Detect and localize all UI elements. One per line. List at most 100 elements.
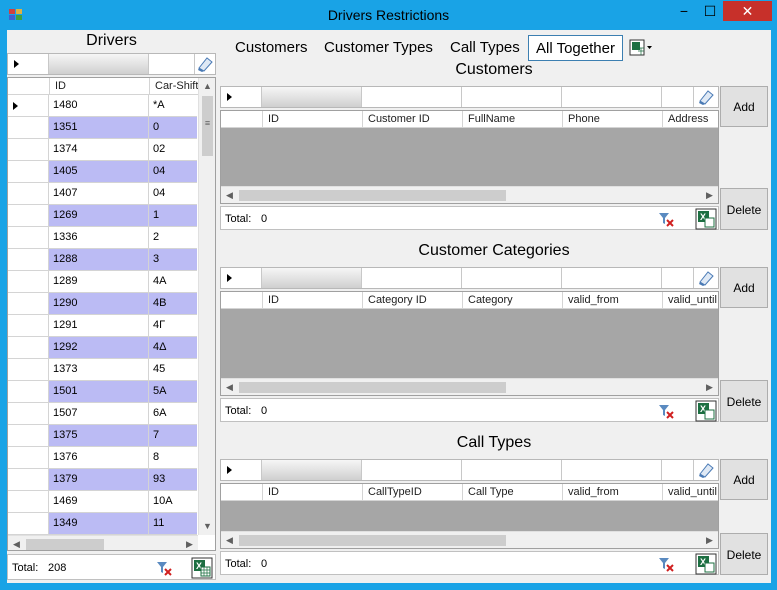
- table-row[interactable]: 1373 45: [8, 359, 197, 381]
- table-row[interactable]: 1379 93: [8, 469, 197, 491]
- cell-id[interactable]: 1501: [49, 381, 149, 402]
- maximize-button[interactable]: ☐: [697, 1, 723, 21]
- scroll-left-icon[interactable]: ◀: [221, 187, 238, 204]
- customers-delete-button[interactable]: Delete: [720, 188, 768, 230]
- excel-icon[interactable]: X: [695, 208, 717, 230]
- horizontal-scroll-thumb[interactable]: [239, 382, 506, 393]
- filter-remove-icon[interactable]: [156, 560, 172, 576]
- cell-car-shift[interactable]: 11: [149, 513, 197, 534]
- cell-car-shift[interactable]: 93: [149, 469, 197, 490]
- cell-car-shift[interactable]: 4Δ: [149, 337, 197, 358]
- column-header-valid-until[interactable]: valid_until: [662, 484, 718, 501]
- scroll-right-icon[interactable]: ▶: [701, 532, 718, 549]
- filter-address[interactable]: [662, 87, 694, 107]
- drivers-filter-car-shift[interactable]: [149, 54, 195, 74]
- cell-id[interactable]: 1374: [49, 139, 149, 160]
- excel-icon[interactable]: X: [695, 400, 717, 422]
- scroll-left-icon[interactable]: ◀: [221, 379, 238, 396]
- cell-id[interactable]: 1373: [49, 359, 149, 380]
- tab-customers[interactable]: Customers: [228, 35, 315, 61]
- cell-id[interactable]: 1379: [49, 469, 149, 490]
- row-header[interactable]: [8, 205, 49, 226]
- table-row[interactable]: 1349 11: [8, 513, 197, 535]
- column-header-call-type[interactable]: Call Type: [462, 484, 562, 501]
- excel-icon[interactable]: X: [695, 553, 717, 575]
- row-header[interactable]: [8, 403, 49, 424]
- column-header-valid-until[interactable]: valid_until: [662, 292, 718, 309]
- table-row[interactable]: 1290 4B: [8, 293, 197, 315]
- column-header-car-shift[interactable]: Car-Shift: [149, 78, 198, 95]
- row-header[interactable]: [8, 491, 49, 512]
- filter-call-type[interactable]: [462, 460, 562, 480]
- column-header-id[interactable]: ID: [262, 484, 362, 501]
- customers-horizontal-scrollbar[interactable]: ◀ ▶: [221, 186, 718, 203]
- row-header[interactable]: [8, 161, 49, 182]
- filter-id[interactable]: [262, 268, 362, 288]
- scroll-right-icon[interactable]: ▶: [181, 536, 198, 550]
- filter-remove-icon[interactable]: [658, 556, 674, 572]
- row-header[interactable]: [8, 381, 49, 402]
- table-row[interactable]: 1374 02: [8, 139, 197, 161]
- cell-id[interactable]: 1349: [49, 513, 149, 534]
- tab-customer-types[interactable]: Customer Types: [317, 35, 440, 61]
- row-header[interactable]: [8, 359, 49, 380]
- call-types-delete-button[interactable]: Delete: [720, 533, 768, 575]
- filter-valid-from[interactable]: [562, 268, 662, 288]
- cell-id[interactable]: 1291: [49, 315, 149, 336]
- row-header[interactable]: [8, 513, 49, 534]
- customers-add-button[interactable]: Add: [720, 86, 768, 127]
- column-header-fullname[interactable]: FullName: [462, 111, 562, 128]
- row-header[interactable]: [8, 293, 49, 314]
- row-header[interactable]: [8, 469, 49, 490]
- cell-car-shift[interactable]: 4Γ: [149, 315, 197, 336]
- drivers-horizontal-scrollbar[interactable]: ◀ ▶: [8, 535, 198, 550]
- table-row[interactable]: 1289 4A: [8, 271, 197, 293]
- filter-fullname[interactable]: [462, 87, 562, 107]
- cell-id[interactable]: 1269: [49, 205, 149, 226]
- filter-valid-until[interactable]: [662, 460, 694, 480]
- cell-car-shift[interactable]: 1: [149, 205, 197, 226]
- column-header-category-id[interactable]: Category ID: [362, 292, 462, 309]
- row-header[interactable]: [8, 227, 49, 248]
- eraser-icon[interactable]: [697, 88, 715, 106]
- cell-id[interactable]: 1351: [49, 117, 149, 138]
- categories-horizontal-scrollbar[interactable]: ◀ ▶: [221, 378, 718, 395]
- column-header-customer-id[interactable]: Customer ID: [362, 111, 462, 128]
- horizontal-scroll-thumb[interactable]: [239, 535, 506, 546]
- scroll-up-icon[interactable]: ▲: [199, 78, 215, 95]
- cell-car-shift[interactable]: 10A: [149, 491, 197, 512]
- row-header[interactable]: [8, 447, 49, 468]
- row-header[interactable]: [8, 249, 49, 270]
- cell-car-shift[interactable]: 4B: [149, 293, 197, 314]
- column-header-id[interactable]: ID: [262, 292, 362, 309]
- cell-car-shift[interactable]: 02: [149, 139, 197, 160]
- cell-car-shift[interactable]: 2: [149, 227, 197, 248]
- filter-valid-until[interactable]: [662, 268, 694, 288]
- row-header[interactable]: [8, 117, 49, 138]
- filter-customer-id[interactable]: [362, 87, 462, 107]
- column-header-category[interactable]: Category: [462, 292, 562, 309]
- row-header[interactable]: [8, 139, 49, 160]
- cell-car-shift[interactable]: 5A: [149, 381, 197, 402]
- column-header-valid-from[interactable]: valid_from: [562, 292, 662, 309]
- table-row[interactable]: 1292 4Δ: [8, 337, 197, 359]
- drivers-vertical-scrollbar[interactable]: ▲ ≡ ▼: [198, 78, 215, 535]
- scroll-right-icon[interactable]: ▶: [701, 187, 718, 204]
- cell-car-shift[interactable]: 04: [149, 183, 197, 204]
- title-bar[interactable]: Drivers Restrictions − ☐ ✕: [0, 0, 777, 30]
- table-row[interactable]: 1480 *A: [8, 95, 197, 117]
- table-row[interactable]: 1405 04: [8, 161, 197, 183]
- cell-id[interactable]: 1290: [49, 293, 149, 314]
- filter-valid-from[interactable]: [562, 460, 662, 480]
- column-header-valid-from[interactable]: valid_from: [562, 484, 662, 501]
- eraser-icon[interactable]: [196, 55, 214, 73]
- cell-id[interactable]: 1507: [49, 403, 149, 424]
- filter-phone[interactable]: [562, 87, 662, 107]
- row-header[interactable]: [8, 425, 49, 446]
- filter-remove-icon[interactable]: [658, 403, 674, 419]
- filter-category[interactable]: [462, 268, 562, 288]
- categories-delete-button[interactable]: Delete: [720, 380, 768, 422]
- table-row[interactable]: 1376 8: [8, 447, 197, 469]
- scroll-right-icon[interactable]: ▶: [701, 379, 718, 396]
- row-header[interactable]: [8, 337, 49, 358]
